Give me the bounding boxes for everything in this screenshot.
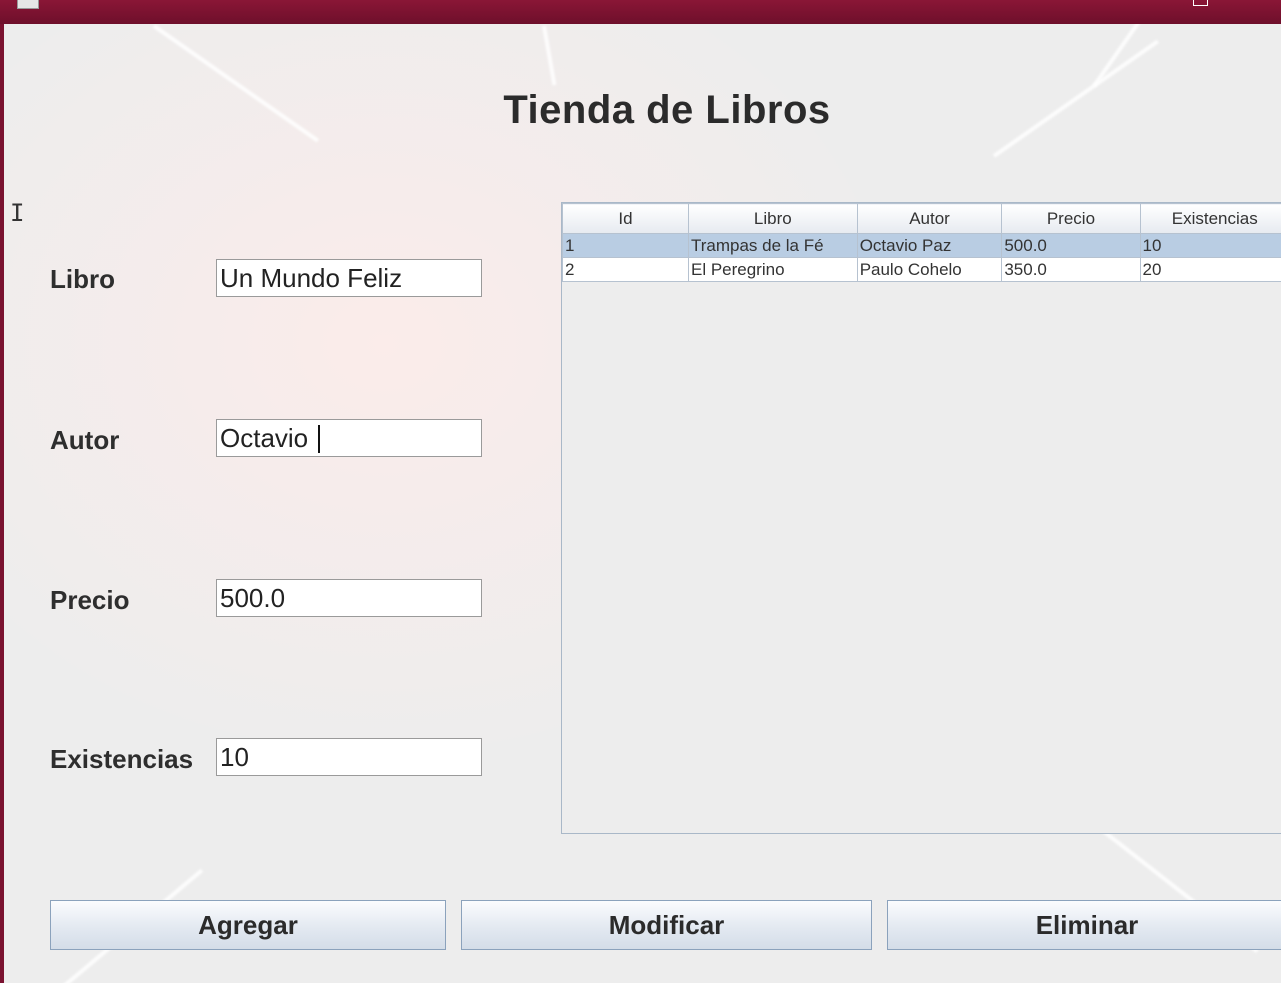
main-panel: Tienda de Libros Libro Un Mundo Feliz Au… — [4, 24, 1281, 983]
libro-label: Libro — [50, 264, 115, 294]
books-table-grid[interactable]: Id Libro Autor Precio Existencias 1 Tram… — [562, 203, 1281, 282]
precio-field[interactable]: 500.0 — [216, 579, 482, 617]
existencias-field[interactable]: 10 — [216, 738, 482, 776]
libro-field[interactable]: Un Mundo Feliz — [216, 259, 482, 297]
text-caret — [318, 425, 320, 453]
autor-label: Autor — [50, 425, 120, 455]
precio-label: Precio — [50, 585, 130, 615]
modificar-button[interactable]: Modificar — [461, 900, 872, 950]
column-header-id[interactable]: Id — [562, 203, 689, 234]
table-cell[interactable]: 2 — [562, 257, 689, 282]
table-cell[interactable]: El Peregrino — [687, 257, 858, 282]
restore-icon[interactable] — [1193, 0, 1208, 6]
column-header-existencias[interactable]: Existencias — [1139, 203, 1281, 234]
table-cell[interactable]: 20 — [1139, 257, 1281, 282]
ibeam-cursor-icon: I — [10, 199, 25, 227]
column-header-autor[interactable]: Autor — [856, 203, 1003, 234]
table-row[interactable]: 2 El Peregrino Paulo Cohelo 350.0 20 — [562, 257, 1281, 282]
table-header-row: Id Libro Autor Precio Existencias — [562, 203, 1281, 234]
column-header-precio[interactable]: Precio — [1001, 203, 1141, 234]
autor-field-text: Octavio — [220, 423, 309, 453]
table-cell[interactable]: 350.0 — [1001, 257, 1141, 282]
column-header-libro[interactable]: Libro — [687, 203, 858, 234]
table-row[interactable]: 1 Trampas de la Fé Octavio Paz 500.0 10 — [562, 233, 1281, 258]
background-ray — [542, 25, 557, 86]
app-window-icon[interactable] — [17, 0, 39, 9]
page-title: Tienda de Libros — [503, 88, 831, 132]
window-titlebar[interactable] — [0, 0, 1281, 24]
table-cell[interactable]: Trampas de la Fé — [687, 233, 858, 258]
eliminar-button[interactable]: Eliminar — [887, 900, 1281, 950]
books-table[interactable]: Id Libro Autor Precio Existencias 1 Tram… — [561, 202, 1281, 834]
table-cell[interactable]: Paulo Cohelo — [856, 257, 1003, 282]
table-cell[interactable]: 1 — [562, 233, 689, 258]
existencias-label: Existencias — [50, 744, 194, 774]
table-cell[interactable]: 500.0 — [1001, 233, 1141, 258]
autor-field[interactable]: Octavio — [216, 419, 482, 457]
table-cell[interactable]: Octavio Paz — [856, 233, 1003, 258]
agregar-button[interactable]: Agregar — [50, 900, 446, 950]
table-cell[interactable]: 10 — [1139, 233, 1281, 258]
